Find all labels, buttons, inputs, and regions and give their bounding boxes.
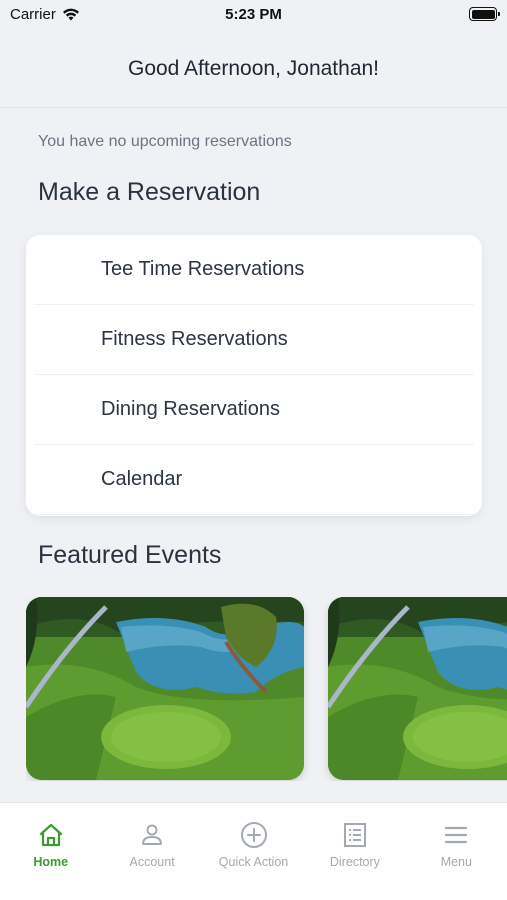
- calendar-item[interactable]: Calendar: [34, 445, 474, 515]
- featured-events-carousel[interactable]: [26, 597, 507, 781]
- golf-course-image: [328, 597, 507, 780]
- greeting-text: Good Afternoon, Jonathan!: [127, 56, 380, 80]
- tab-home[interactable]: Home: [0, 803, 101, 900]
- status-bar: Carrier 5:23 PM: [0, 0, 507, 30]
- greeting-header: Good Afternoon, Jonathan!: [0, 30, 507, 108]
- home-icon: [39, 823, 62, 847]
- dining-reservations-item[interactable]: Dining Reservations: [34, 375, 474, 445]
- user-icon: [142, 824, 163, 845]
- tab-menu-label: Menu: [440, 855, 472, 869]
- tab-quick-action[interactable]: Quick Action: [203, 803, 304, 900]
- fitness-reservations-item[interactable]: Fitness Reservations: [34, 305, 474, 375]
- tab-account-label: Account: [129, 855, 175, 869]
- tab-bar: Home Account Quick Action Directory Menu: [0, 802, 507, 900]
- tee-time-reservations-item[interactable]: Tee Time Reservations: [34, 235, 474, 305]
- make-reservation-title: Make a Reservation: [38, 178, 261, 206]
- menu-icon: [445, 826, 468, 844]
- golf-course-image: [26, 597, 304, 780]
- tab-quick-action-label: Quick Action: [218, 855, 289, 869]
- tab-directory[interactable]: Directory: [304, 803, 405, 900]
- battery-icon: [469, 7, 500, 21]
- reservation-menu: Tee Time Reservations Fitness Reservatio…: [26, 235, 482, 516]
- tab-menu[interactable]: Menu: [406, 803, 507, 900]
- tab-home-label: Home: [33, 855, 69, 869]
- plus-circle-icon: [240, 822, 267, 848]
- event-card[interactable]: [328, 597, 507, 780]
- reservation-notice: You have no upcoming reservations: [38, 133, 292, 150]
- tab-directory-label: Directory: [329, 855, 380, 869]
- clock: 5:23 PM: [225, 6, 282, 23]
- event-card[interactable]: [26, 597, 304, 780]
- tab-account[interactable]: Account: [101, 803, 202, 900]
- featured-events-title: Featured Events: [38, 541, 222, 569]
- directory-icon: [343, 823, 366, 847]
